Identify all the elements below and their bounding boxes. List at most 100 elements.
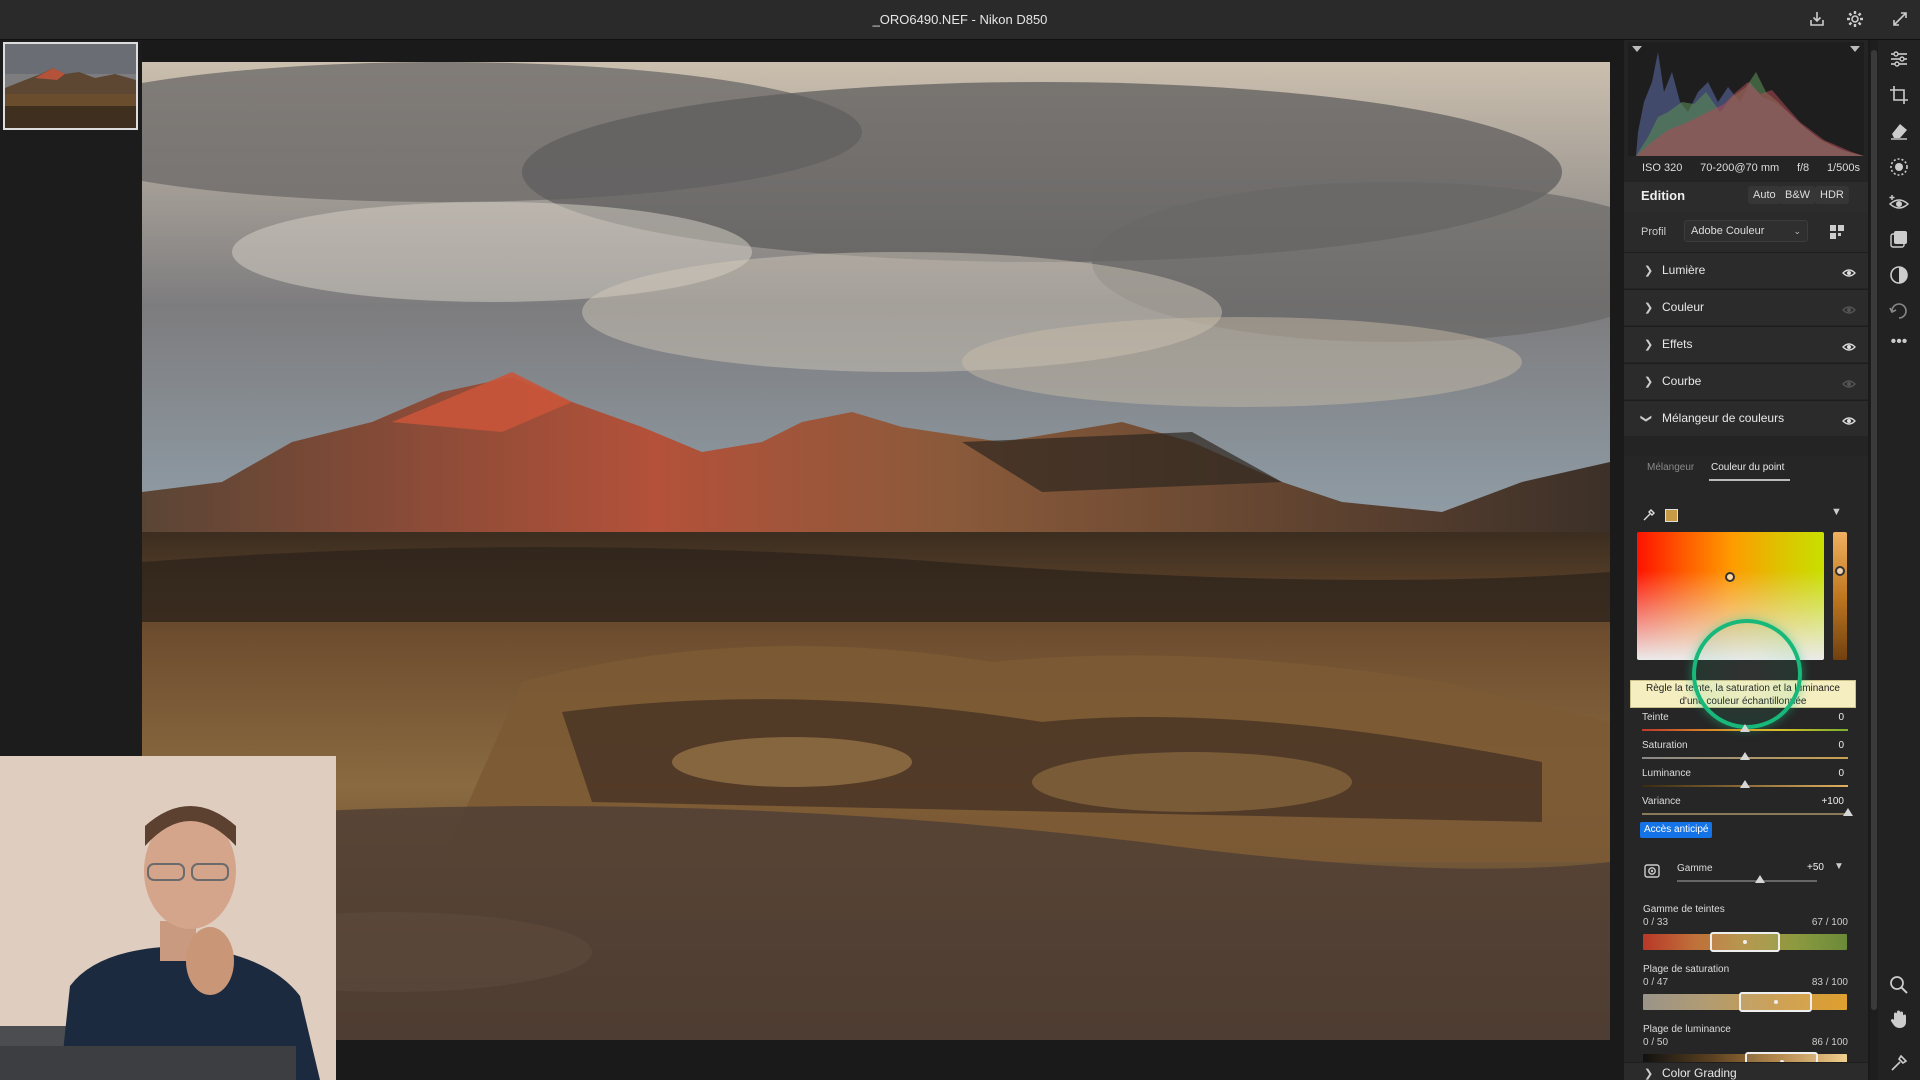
eye-icon[interactable]: [1842, 265, 1856, 277]
slider-thumb[interactable]: [1740, 752, 1750, 760]
slider-value[interactable]: 0: [1802, 738, 1846, 754]
sample-icon[interactable]: [1888, 1052, 1910, 1074]
eyedropper-icon[interactable]: [1642, 508, 1656, 522]
profile-value: Adobe Couleur: [1691, 225, 1765, 237]
section-courbe[interactable]: ❯ Courbe: [1624, 363, 1868, 399]
exif-aperture: f/8: [1796, 162, 1810, 174]
profile-label: Profil: [1641, 226, 1667, 238]
chevron-right-icon: ❯: [1644, 339, 1654, 351]
redeye-icon[interactable]: [1888, 192, 1910, 214]
eye-icon[interactable]: [1842, 376, 1856, 388]
slider-track[interactable]: [1642, 813, 1848, 815]
window-title: _ORO6490.NEF - Nikon D850: [872, 12, 1048, 27]
history-icon[interactable]: [1888, 300, 1910, 322]
section-label: Color Grading: [1662, 1066, 1737, 1080]
section-label: Effets: [1662, 337, 1693, 351]
masking-icon[interactable]: [1888, 156, 1910, 178]
range-selection[interactable]: [1738, 992, 1813, 1012]
active-tab-indicator: [1709, 479, 1790, 481]
title-bar: _ORO6490.NEF - Nikon D850: [0, 0, 1920, 40]
exif-lens: 70-200@70 mm: [1700, 162, 1780, 174]
color-mixer-body: Mélangeur Couleur du point ▼ Règle la te…: [1624, 456, 1868, 1080]
slider-thumb[interactable]: [1755, 875, 1765, 883]
chevron-down-icon: ⌄: [1793, 226, 1801, 236]
enhance-icon[interactable]: [1888, 264, 1910, 286]
panel-scrollbar[interactable]: [1870, 40, 1878, 1080]
webcam-overlay: [0, 756, 336, 1080]
edit-sliders-icon[interactable]: [1888, 48, 1910, 70]
eye-icon[interactable]: [1842, 413, 1856, 425]
slider-track[interactable]: [1677, 880, 1817, 882]
luminance-slider[interactable]: Luminance 0: [1624, 768, 1868, 796]
range-title: Gamme de teintes: [1643, 904, 1725, 915]
range-visualize-icon[interactable]: [1644, 862, 1662, 880]
section-effets[interactable]: ❯ Effets: [1624, 326, 1868, 362]
exif-shutter: 1/500s: [1826, 162, 1860, 174]
section-lumiere[interactable]: ❯ Lumière: [1624, 252, 1868, 288]
profile-dropdown[interactable]: Adobe Couleur ⌄: [1684, 220, 1808, 242]
slider-label: Saturation: [1642, 740, 1688, 751]
range-low-value: 0 / 50: [1643, 1037, 1669, 1048]
slider-value[interactable]: +50: [1784, 862, 1824, 873]
eye-icon[interactable]: [1842, 302, 1856, 314]
profile-browser-icon[interactable]: [1829, 224, 1845, 240]
crop-icon[interactable]: [1888, 84, 1910, 106]
section-label: Lumière: [1662, 263, 1706, 277]
section-color-grading[interactable]: ❯ Color Grading: [1624, 1062, 1868, 1080]
section-label: Couleur: [1662, 300, 1705, 314]
edit-panel: ISO 320 70-200@70 mm f/8 1/500s Edition …: [1624, 40, 1868, 1080]
tab-melangeur[interactable]: Mélangeur: [1647, 462, 1694, 473]
eraser-icon[interactable]: [1888, 120, 1910, 142]
saturation-range[interactable]: Plage de saturation 0 / 47 83 / 100: [1624, 964, 1868, 1020]
gamme-slider[interactable]: Gamme +50 ▼: [1624, 861, 1868, 890]
picker-marker[interactable]: [1725, 572, 1735, 582]
section-label: Courbe: [1662, 374, 1702, 388]
chevron-right-icon: ❯: [1644, 376, 1654, 388]
section-melangeur[interactable]: ❯ Mélangeur de couleurs: [1624, 400, 1868, 436]
tab-couleur-du-point[interactable]: Couleur du point: [1711, 462, 1784, 473]
section-couleur[interactable]: ❯ Couleur: [1624, 289, 1868, 325]
slider-value[interactable]: 0: [1802, 766, 1846, 782]
luminance-marker[interactable]: [1835, 566, 1845, 576]
chevron-right-icon: ❯: [1644, 1068, 1654, 1080]
hand-icon[interactable]: [1888, 1008, 1910, 1030]
early-access-badge[interactable]: Accès anticipé: [1640, 822, 1713, 838]
main-photo[interactable]: [142, 62, 1610, 1040]
caret-down-icon[interactable]: ▼: [1831, 506, 1842, 518]
slider-label: Luminance: [1642, 768, 1691, 779]
tool-strip: •••: [1878, 40, 1920, 1080]
more-icon[interactable]: •••: [1888, 334, 1910, 356]
scrollbar-thumb[interactable]: [1871, 50, 1877, 1010]
range-low-value: 0 / 33: [1643, 917, 1669, 928]
range-high-value: 86 / 100: [1811, 1037, 1848, 1048]
saturation-slider[interactable]: Saturation 0: [1624, 740, 1868, 768]
range-high-value: 83 / 100: [1811, 977, 1848, 988]
caret-down-icon[interactable]: ▼: [1834, 861, 1844, 872]
slider-thumb[interactable]: [1843, 808, 1853, 816]
slider-thumb[interactable]: [1740, 724, 1750, 732]
slider-thumb[interactable]: [1740, 780, 1750, 788]
hue-range[interactable]: Gamme de teintes 0 / 33 67 / 100: [1624, 904, 1868, 960]
variance-slider[interactable]: Variance +100: [1624, 796, 1868, 824]
range-selection[interactable]: [1710, 932, 1780, 952]
section-label: Mélangeur de couleurs: [1662, 411, 1785, 425]
auto-button[interactable]: Auto: [1748, 186, 1781, 204]
presets-icon[interactable]: [1888, 228, 1910, 250]
settings-icon[interactable]: [1844, 9, 1866, 31]
range-high-value: 67 / 100: [1811, 917, 1848, 928]
slider-value[interactable]: 0: [1802, 710, 1846, 726]
eye-icon[interactable]: [1842, 339, 1856, 351]
fullscreen-icon[interactable]: [1889, 9, 1911, 31]
chevron-right-icon: ❯: [1644, 302, 1654, 314]
luminance-bar[interactable]: [1833, 532, 1847, 660]
bw-button[interactable]: B&W: [1780, 186, 1816, 204]
teinte-slider[interactable]: Teinte 0: [1624, 712, 1868, 740]
hdr-button[interactable]: HDR: [1815, 186, 1849, 204]
sampled-color-swatch[interactable]: [1665, 509, 1678, 522]
chevron-right-icon: ❯: [1644, 265, 1654, 277]
photo-thumbnail[interactable]: [3, 42, 138, 130]
profile-row: Profil Adobe Couleur ⌄: [1624, 212, 1868, 252]
zoom-icon[interactable]: [1888, 974, 1910, 996]
export-icon[interactable]: [1806, 9, 1828, 31]
slider-value[interactable]: +100: [1802, 794, 1846, 810]
